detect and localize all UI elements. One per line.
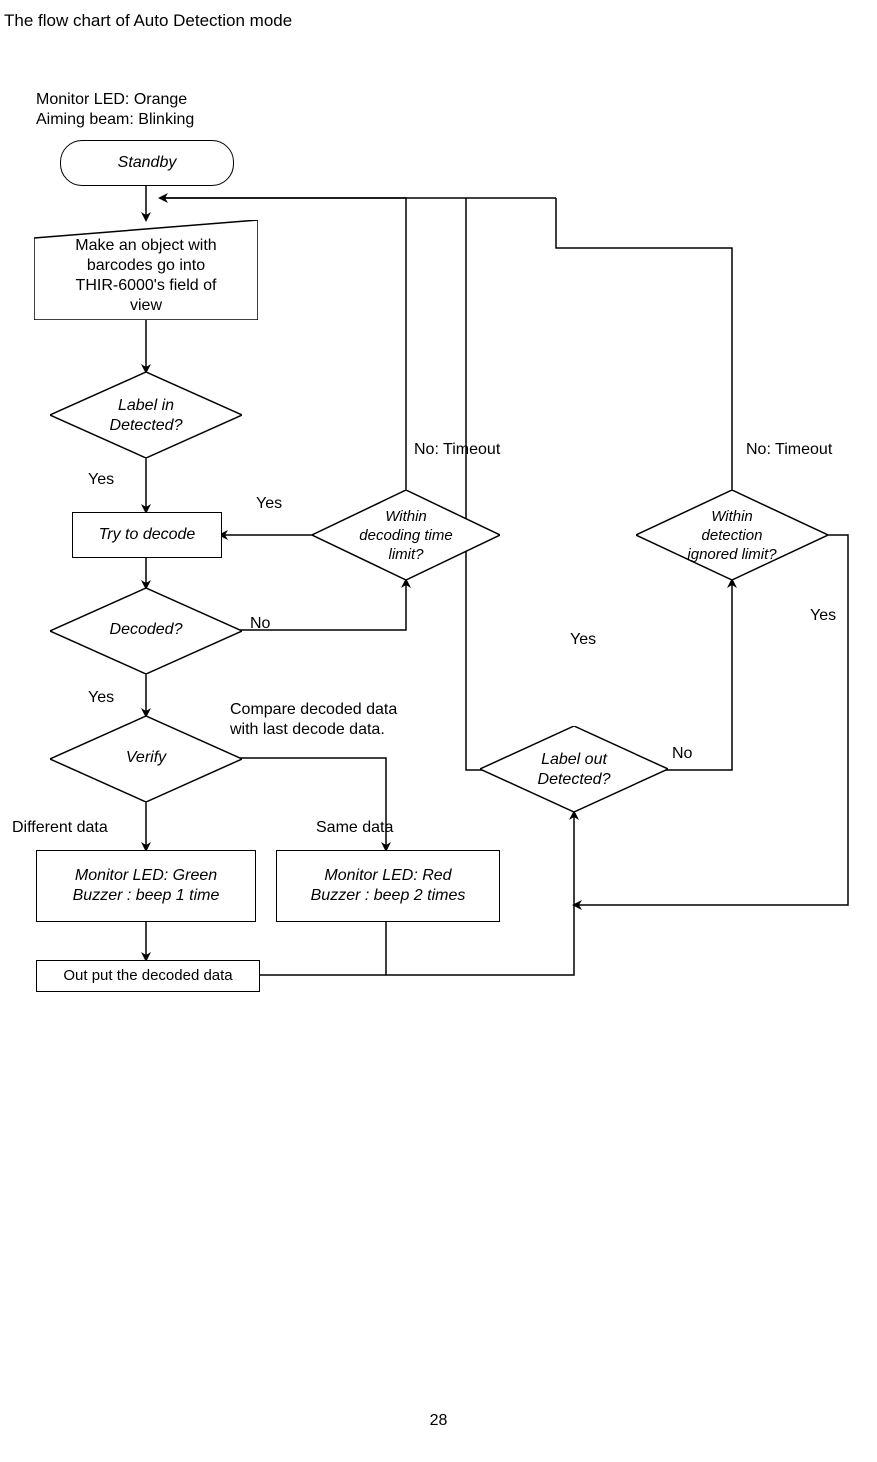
node-try-decode: Try to decode xyxy=(72,512,222,558)
decoded-text: Decoded? xyxy=(90,620,202,640)
label-different-data: Different data xyxy=(12,818,108,838)
page-number: 28 xyxy=(0,1412,877,1430)
label-compare: Compare decoded data with last decode da… xyxy=(230,700,397,740)
label-no-timeout-2: No: Timeout xyxy=(746,440,832,460)
verify-text: Verify xyxy=(100,748,192,768)
output-label: Out put the decoded data xyxy=(63,967,232,986)
label-yes-1: Yes xyxy=(88,470,114,490)
within-detection-text: Within detection ignored limit? xyxy=(660,508,804,564)
label-in-text: Label in Detected? xyxy=(80,396,212,436)
node-led-red: Monitor LED: Red Buzzer : beep 2 times xyxy=(276,850,500,922)
standby-label: Standby xyxy=(118,154,177,171)
led-green-label: Monitor LED: Green Buzzer : beep 1 time xyxy=(73,866,220,906)
label-no-2: No xyxy=(672,744,692,764)
node-output: Out put the decoded data xyxy=(36,960,260,992)
label-no-timeout-1: No: Timeout xyxy=(414,440,500,460)
label-same-data: Same data xyxy=(316,818,393,838)
label-yes-4: Yes xyxy=(570,630,596,650)
within-decoding-text: Within decoding time limit? xyxy=(338,508,474,564)
label-yes-3: Yes xyxy=(88,688,114,708)
label-no-1: No xyxy=(250,614,270,634)
led-red-label: Monitor LED: Red Buzzer : beep 2 times xyxy=(311,866,466,906)
label-out-text: Label out Detected? xyxy=(508,750,640,790)
label-yes-5: Yes xyxy=(810,606,836,626)
label-yes-2: Yes xyxy=(256,494,282,514)
node-led-green: Monitor LED: Green Buzzer : beep 1 time xyxy=(36,850,256,922)
try-decode-label: Try to decode xyxy=(99,525,196,545)
page: The flow chart of Auto Detection mode Mo… xyxy=(0,0,877,1462)
node-standby: Standby xyxy=(60,140,234,186)
make-object-label: Make an object with barcodes go into THI… xyxy=(46,236,246,316)
